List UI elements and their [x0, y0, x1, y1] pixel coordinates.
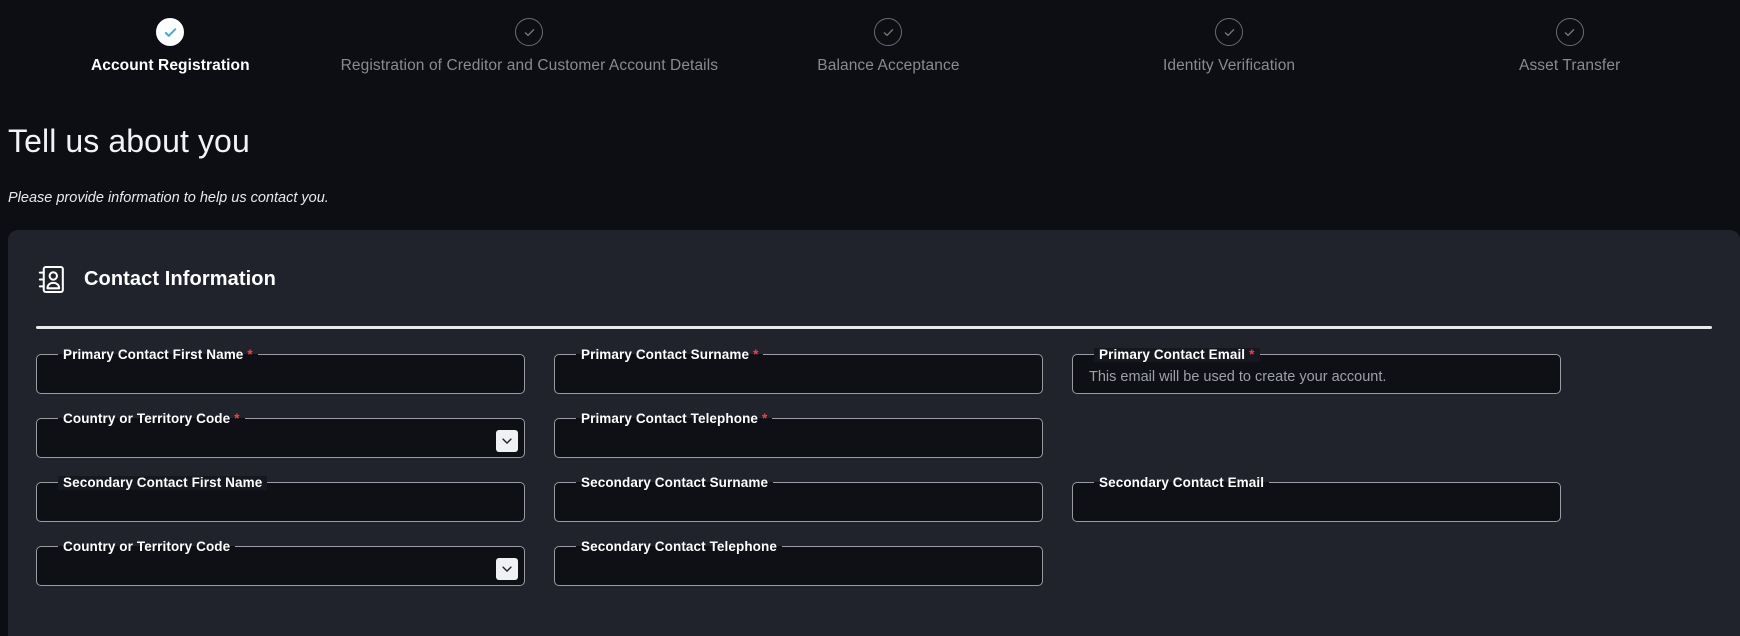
check-icon — [163, 25, 178, 40]
field-primary-contact-telephone: Primary Contact Telephone* — [554, 412, 1043, 458]
step-asset-transfer[interactable]: Asset Transfer — [1399, 18, 1740, 75]
step-circle-inactive — [1215, 18, 1243, 46]
field-label: Primary Contact Telephone* — [576, 412, 772, 426]
contact-information-card: Contact Information Primary Contact Firs… — [8, 230, 1740, 636]
secondary-contact-telephone-input[interactable] — [567, 554, 1030, 586]
field-label: Secondary Contact Surname — [576, 476, 773, 490]
check-icon — [523, 26, 536, 39]
card-header: Contact Information — [36, 256, 1712, 295]
field-label: Country or Territory Code* — [58, 412, 245, 426]
primary-contact-telephone-input[interactable] — [567, 426, 1030, 458]
field-secondary-contact-first-name: Secondary Contact First Name — [36, 476, 525, 522]
required-asterisk: * — [762, 411, 767, 426]
step-label: Registration of Creditor and Customer Ac… — [341, 57, 718, 75]
field-secondary-contact-telephone: Secondary Contact Telephone — [554, 540, 1043, 586]
card-title: Contact Information — [84, 268, 276, 291]
contact-book-icon — [36, 264, 67, 295]
primary-contact-surname-input[interactable] — [567, 362, 1030, 394]
field-secondary-contact-email: Secondary Contact Email — [1072, 476, 1561, 522]
progress-stepper: Account Registration Registration of Cre… — [0, 0, 1740, 100]
required-asterisk: * — [234, 411, 239, 426]
field-label: Primary Contact Email* — [1094, 348, 1260, 362]
secondary-contact-first-name-input[interactable] — [49, 490, 512, 522]
field-label: Country or Territory Code — [58, 540, 235, 554]
page-title: Tell us about you — [8, 124, 1740, 159]
field-label: Secondary Contact First Name — [58, 476, 267, 490]
field-label: Secondary Contact Email — [1094, 476, 1269, 490]
check-icon — [1223, 26, 1236, 39]
primary-contact-email-input[interactable] — [1085, 362, 1548, 394]
step-label: Account Registration — [91, 57, 250, 75]
step-label: Identity Verification — [1163, 57, 1295, 75]
page-subtitle: Please provide information to help us co… — [8, 190, 1740, 206]
primary-contact-first-name-input[interactable] — [49, 362, 512, 394]
step-label: Asset Transfer — [1519, 57, 1620, 75]
field-secondary-contact-surname: Secondary Contact Surname — [554, 476, 1043, 522]
step-balance-acceptance[interactable]: Balance Acceptance — [718, 18, 1059, 75]
check-icon — [882, 26, 895, 39]
required-asterisk: * — [1249, 347, 1254, 362]
chevron-down-icon[interactable] — [496, 558, 518, 580]
secondary-contact-email-input[interactable] — [1085, 490, 1548, 522]
field-primary-contact-email: Primary Contact Email* — [1072, 348, 1561, 394]
step-identity-verification[interactable]: Identity Verification — [1059, 18, 1400, 75]
secondary-contact-surname-input[interactable] — [567, 490, 1030, 522]
step-circle-inactive — [1556, 18, 1584, 46]
field-secondary-country-or-territory-code: Country or Territory Code — [36, 540, 525, 586]
step-circle-inactive — [515, 18, 543, 46]
check-icon — [1563, 26, 1576, 39]
step-label: Balance Acceptance — [817, 57, 959, 75]
step-registration-of-creditor-and-customer-account-details[interactable]: Registration of Creditor and Customer Ac… — [341, 18, 718, 75]
chevron-down-icon[interactable] — [496, 430, 518, 452]
field-label: Primary Contact Surname* — [576, 348, 763, 362]
field-label: Secondary Contact Telephone — [576, 540, 782, 554]
step-circle-active — [156, 18, 184, 46]
contact-form-grid: Primary Contact First Name* Primary Cont… — [36, 329, 1712, 586]
step-circle-inactive — [874, 18, 902, 46]
required-asterisk: * — [247, 347, 252, 362]
field-primary-contact-surname: Primary Contact Surname* — [554, 348, 1043, 394]
field-primary-country-or-territory-code: Country or Territory Code* — [36, 412, 525, 458]
page-header: Tell us about you Please provide informa… — [0, 100, 1740, 206]
step-account-registration[interactable]: Account Registration — [0, 18, 341, 75]
required-asterisk: * — [753, 347, 758, 362]
field-primary-contact-first-name: Primary Contact First Name* — [36, 348, 525, 394]
field-label: Primary Contact First Name* — [58, 348, 258, 362]
